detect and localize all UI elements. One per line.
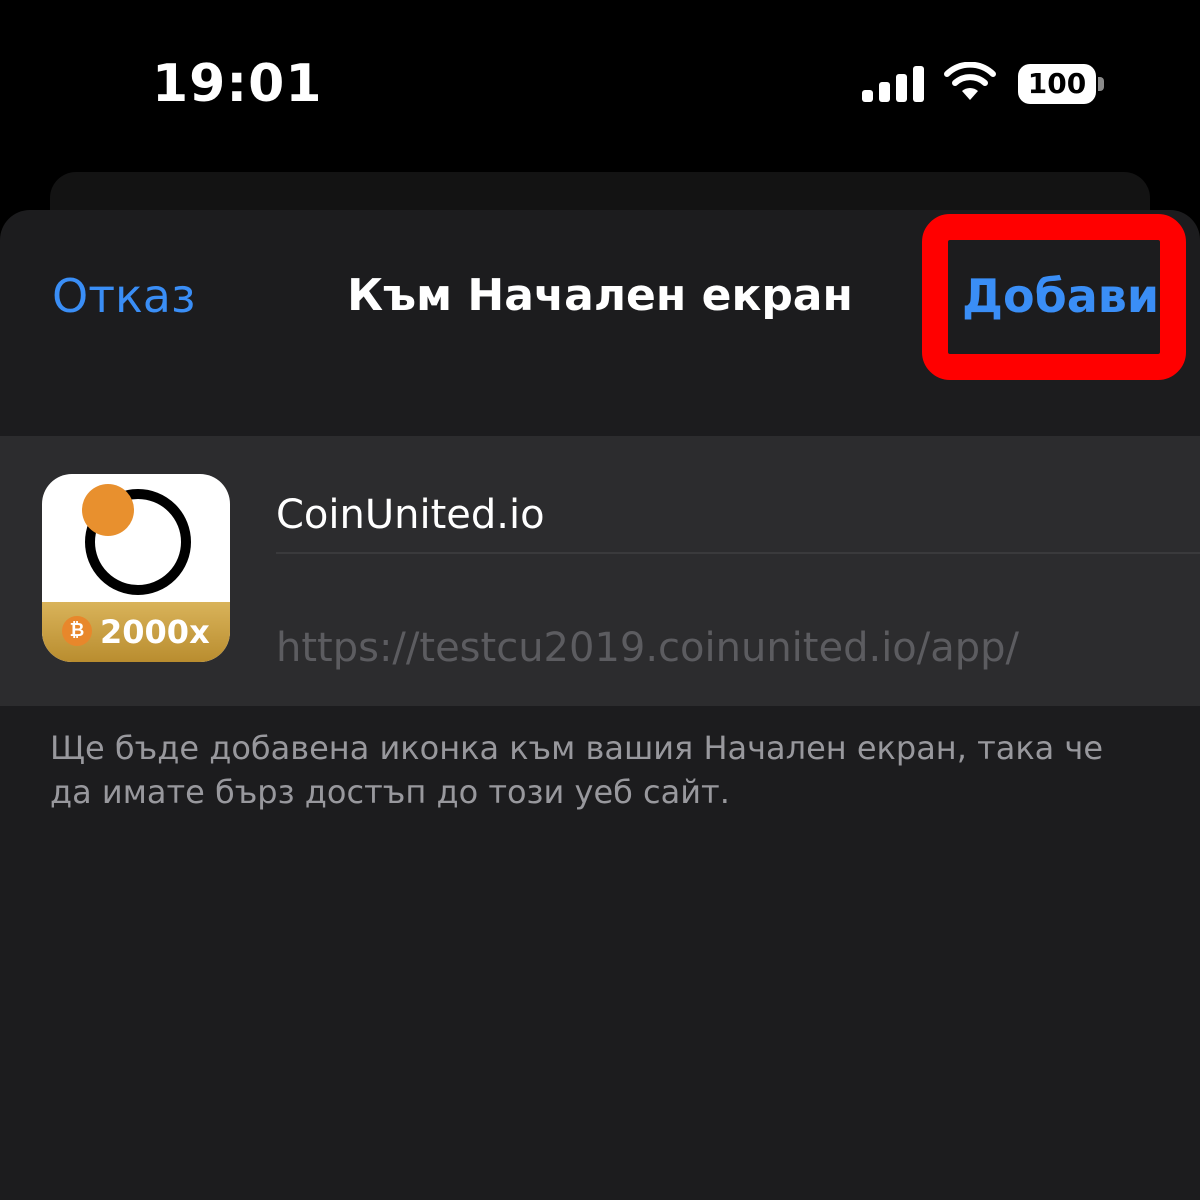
battery-tip [1098, 77, 1104, 91]
battery-level: 100 [1018, 64, 1096, 104]
add-button[interactable]: Добави [962, 266, 1159, 326]
icon-badge-text: 2000x [100, 613, 210, 651]
status-bar: 19:01 100 [0, 0, 1200, 170]
wifi-icon [944, 62, 996, 100]
add-to-home-sheet: Отказ Към Начален екран Добави ₿ 2000x h… [0, 210, 1200, 1200]
app-name-input[interactable] [276, 480, 1176, 550]
card-divider [276, 552, 1200, 554]
cellular-signal-icon [862, 66, 924, 102]
description-text: Ще бъде добавена иконка към вашия Начале… [50, 729, 1104, 811]
battery-icon: 100 [1018, 64, 1104, 104]
bitcoin-icon: ₿ [62, 616, 92, 646]
app-url: https://testcu2019.coinunited.io/app/ [276, 625, 1020, 671]
app-info-card: ₿ 2000x https://testcu2019.coinunited.io… [0, 436, 1200, 706]
screen: 19:01 100 Отказ Към Начален екран Добави [0, 0, 1200, 1200]
status-time: 19:01 [152, 54, 323, 114]
app-icon: ₿ 2000x [42, 474, 230, 662]
sheet-title: Към Начален екран [347, 270, 853, 321]
cancel-button[interactable]: Отказ [52, 266, 195, 326]
